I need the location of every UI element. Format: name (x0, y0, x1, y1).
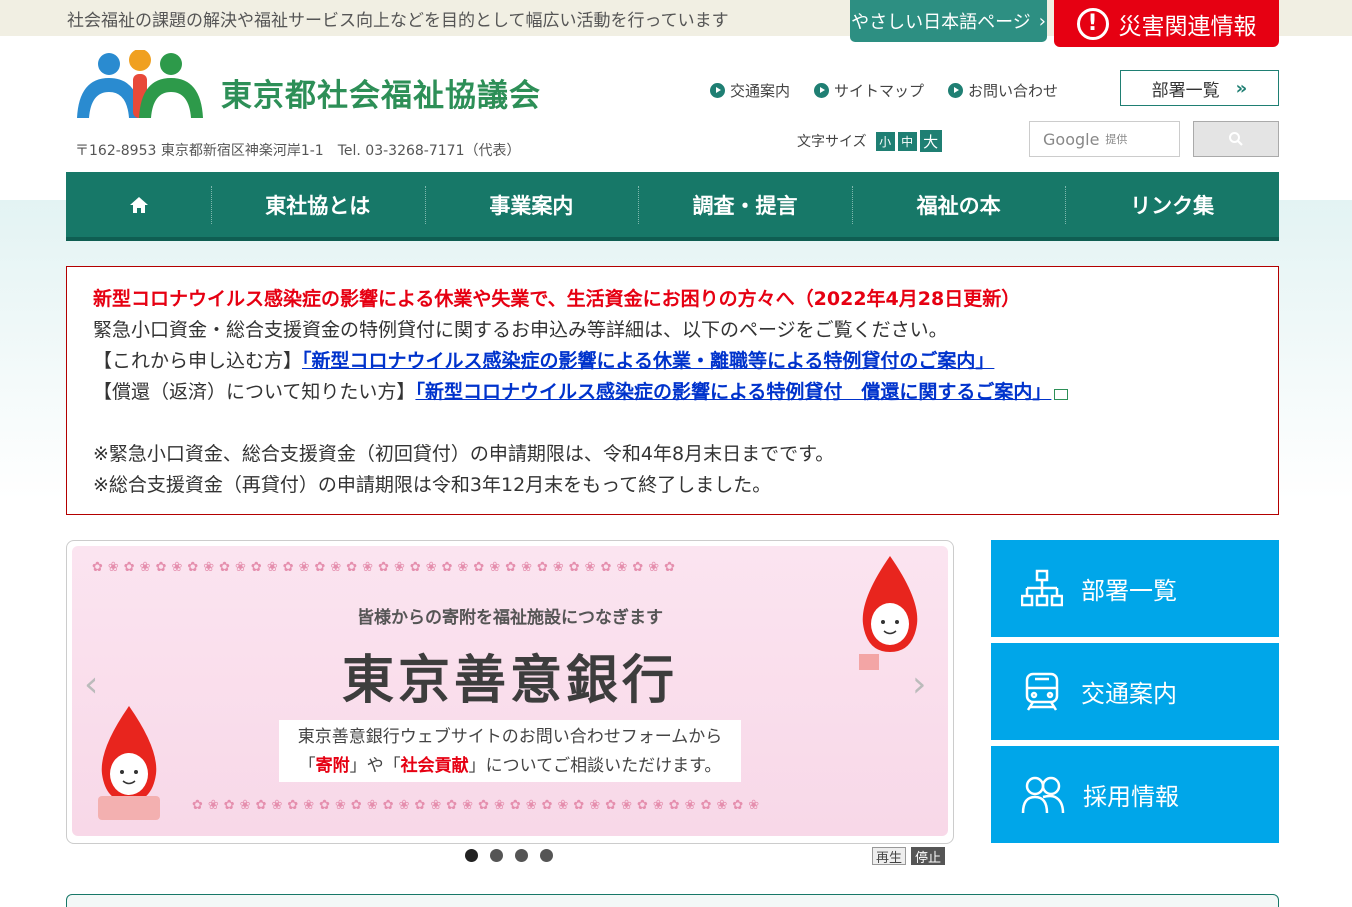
flower-border-icon: ✿❀✿❀✿❀✿❀✿❀✿❀✿❀✿❀✿❀✿❀✿❀✿❀✿❀✿❀✿❀✿❀✿❀✿❀ (192, 798, 765, 813)
org-name: 東京都社会福祉協議会 (221, 78, 541, 114)
disaster-info-label: 災害関連情報 (1118, 13, 1257, 40)
side-button-label: 交通案内 (1081, 680, 1177, 708)
nav-about[interactable]: 東社協とは (211, 172, 425, 237)
text-part: 」についてご相談いただけます。 (468, 756, 722, 776)
utility-nav: 交通案内 サイトマップ お問い合わせ (710, 80, 1058, 101)
slide-message-line: 「寄附」や「社会貢献」についてご相談いただけます。 (279, 752, 741, 781)
people-icon (1021, 776, 1065, 813)
util-link-access[interactable]: 交通案内 (710, 80, 790, 101)
slider-stop-button[interactable]: 停止 (911, 847, 945, 866)
font-size-small[interactable]: 小 (875, 131, 895, 151)
slider-prev-icon[interactable]: ‹ (84, 664, 98, 705)
easy-japanese-button[interactable]: やさしい日本語ページ › (850, 0, 1047, 42)
flower-border-icon: ✿❀✿❀✿❀✿❀✿❀✿❀✿❀✿❀✿❀✿❀✿❀✿❀✿❀✿❀✿❀✿❀✿❀✿❀✿ (92, 560, 681, 575)
repay-prefix: 【償還（返済）について知りたい方】 (93, 381, 416, 403)
side-button-label: 採用情報 (1083, 783, 1179, 811)
address: 〒162-8953 東京都新宿区神楽河岸1-1 Tel. 03-3268-717… (75, 143, 521, 159)
font-size-large[interactable]: 大 (919, 130, 942, 152)
side-button-label: 部署一覧 (1081, 577, 1177, 605)
dept-list-button[interactable]: 部署一覧 » (1120, 70, 1279, 106)
util-link-label: お問い合わせ (968, 82, 1059, 100)
arrow-circle-icon (948, 83, 964, 98)
mascot-drop-icon (859, 556, 918, 670)
slider-dot[interactable] (515, 849, 528, 862)
next-section-frame (66, 894, 1279, 907)
double-chevron-right-icon: » (1235, 77, 1248, 99)
arrow-circle-icon (814, 83, 830, 98)
slider-dot[interactable] (465, 849, 478, 862)
text-part: 」や「 (349, 756, 401, 776)
disaster-info-button[interactable]: ! 災害関連情報 (1054, 0, 1279, 47)
nav-home[interactable] (66, 172, 211, 237)
notice-apply: 【これから申し込む方】「新型コロナウイルス感染症の影響による休業・離職等による特… (93, 346, 1278, 377)
slide-subtitle: 皆様からの寄附を福祉施設につなぎます (357, 608, 663, 628)
text-kifu: 寄附 (315, 756, 350, 776)
util-link-label: サイトマップ (834, 82, 925, 100)
notice-repay: 【償還（返済）について知りたい方】「新型コロナウイルス感染症の影響による特例貸付… (93, 377, 1278, 408)
hero-slider: ✿❀✿❀✿❀✿❀✿❀✿❀✿❀✿❀✿❀✿❀✿❀✿❀✿❀✿❀✿❀✿❀✿❀✿❀✿ ✿❀… (66, 540, 954, 844)
external-link-icon (1054, 389, 1069, 400)
main-nav: 東社協とは 事業案内 調査・提言 福祉の本 リンク集 (66, 172, 1279, 241)
apply-prefix: 【これから申し込む方】 (93, 350, 303, 372)
covid-notice: 新型コロナウイルス感染症の影響による休業や失業で、生活資金にお困りの方々へ（20… (66, 266, 1279, 515)
logo-mark-icon (77, 50, 203, 118)
notice-note: ※緊急小口資金、総合支援資金（初回貸付）の申請期限は、令和4年8月末日までです。 (93, 443, 835, 465)
search-brand-sub: 提供 (1105, 133, 1128, 146)
search-input[interactable]: Google 提供 (1029, 121, 1180, 157)
side-recruit-button[interactable]: 採用情報 (991, 746, 1279, 843)
easy-japanese-label: やさしい日本語ページ (851, 12, 1031, 33)
chevron-right-icon: › (1038, 10, 1046, 32)
side-access-button[interactable]: 交通案内 (991, 643, 1279, 740)
slide-message-line: 東京善意銀行ウェブサイトのお問い合わせフォームから (297, 727, 723, 747)
slider-next-icon[interactable]: › (912, 664, 926, 705)
slide-zenni-bank[interactable]: ✿❀✿❀✿❀✿❀✿❀✿❀✿❀✿❀✿❀✿❀✿❀✿❀✿❀✿❀✿❀✿❀✿❀✿❀✿ ✿❀… (72, 546, 948, 836)
home-icon (129, 196, 148, 213)
exclamation-icon: ! (1076, 7, 1109, 40)
mascot-drop-icon (98, 706, 160, 820)
text-part: 「 (298, 756, 316, 776)
dept-list-label: 部署一覧 (1151, 80, 1220, 101)
slide-title: 東京善意銀行 (341, 651, 678, 711)
slider-play-button[interactable]: 再生 (872, 847, 906, 866)
nav-research[interactable]: 調査・提言 (638, 172, 852, 237)
site-logo[interactable]: 東京都社会福祉協議会 (73, 50, 553, 122)
nav-links[interactable]: リンク集 (1065, 172, 1279, 237)
util-link-contact[interactable]: お問い合わせ (948, 80, 1058, 101)
text-shakai: 社会貢献 (400, 756, 469, 776)
tagline: 社会福祉の課題の解決や福祉サービス向上などを目的として幅広い活動を行っています (67, 11, 729, 31)
font-size-switcher: 文字サイズ 小 中 大 (797, 130, 942, 152)
nav-books[interactable]: 福祉の本 (851, 172, 1066, 237)
nav-services[interactable]: 事業案内 (424, 172, 639, 237)
search-icon (1229, 132, 1243, 146)
notice-headline: 新型コロナウイルス感染症の影響による休業や失業で、生活資金にお困りの方々へ（20… (93, 288, 1021, 310)
apply-link[interactable]: 「新型コロナウイルス感染症の影響による休業・離職等による特例貸付のご案内」 (302, 350, 994, 372)
org-chart-icon (1021, 569, 1063, 606)
font-size-medium[interactable]: 中 (897, 131, 917, 151)
font-size-label: 文字サイズ (797, 134, 867, 150)
notice-note: ※総合支援資金（再貸付）の申請期限は令和3年12月末をもって終了しました。 (93, 474, 772, 496)
util-link-label: 交通案内 (730, 82, 791, 100)
slider-dot[interactable] (490, 849, 503, 862)
arrow-circle-icon (710, 83, 725, 98)
search-brand: Google (1043, 129, 1100, 149)
search-button[interactable] (1193, 121, 1279, 157)
util-link-sitemap[interactable]: サイトマップ (814, 80, 924, 101)
slider-dots (465, 849, 553, 862)
train-icon (1025, 672, 1059, 711)
slider-dot[interactable] (540, 849, 553, 862)
side-dept-list-button[interactable]: 部署一覧 (991, 540, 1279, 637)
slide-message-box: 東京善意銀行ウェブサイトのお問い合わせフォームから 「寄附」や「社会貢献」につい… (279, 720, 741, 782)
repay-link[interactable]: 「新型コロナウイルス感染症の影響による特例貸付 償還に関するご案内」 (415, 381, 1051, 403)
notice-line: 緊急小口資金・総合支援資金の特例貸付に関するお申込み等詳細は、以下のページをご覧… (93, 319, 948, 341)
